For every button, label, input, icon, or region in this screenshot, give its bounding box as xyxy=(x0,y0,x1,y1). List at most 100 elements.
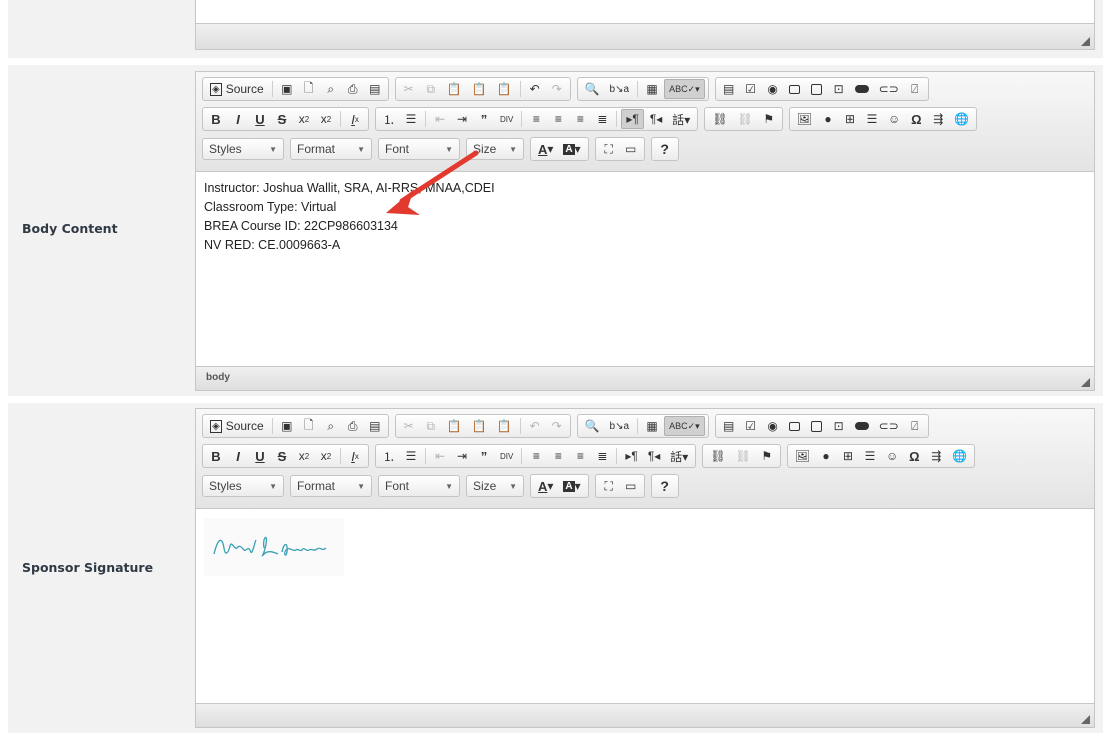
redo-icon[interactable]: ↷ xyxy=(547,416,567,436)
paste-word-icon[interactable]: 📋 xyxy=(493,416,516,436)
copy-icon[interactable]: ⧉ xyxy=(421,416,441,436)
bold-button[interactable]: B xyxy=(206,446,226,466)
subscript-button[interactable]: x2 xyxy=(294,109,314,129)
bg-color-icon[interactable]: A ▾ xyxy=(559,476,584,496)
checkbox-icon[interactable]: ☑ xyxy=(741,79,761,99)
horizontal-line-icon[interactable]: ☰ xyxy=(862,109,882,129)
blockquote-icon[interactable]: ” xyxy=(474,109,494,129)
new-page-icon[interactable]: 🗋 xyxy=(299,416,319,436)
blockquote-icon[interactable]: ” xyxy=(474,446,494,466)
italic-button[interactable]: I xyxy=(228,446,248,466)
find-icon[interactable]: 🔍 xyxy=(581,79,604,99)
iframe-icon[interactable]: 🌐 xyxy=(948,446,971,466)
preview-icon[interactable]: ⌕ xyxy=(321,79,341,99)
indent-icon[interactable]: ⇥ xyxy=(452,446,472,466)
anchor-flag-icon[interactable]: ⚑ xyxy=(759,109,779,129)
image-icon[interactable]: 🖼 xyxy=(791,446,814,466)
strike-button[interactable]: S xyxy=(272,109,292,129)
image-icon[interactable]: 🖼 xyxy=(793,109,816,129)
page-break-icon[interactable]: ⇶ xyxy=(928,109,948,129)
flash-icon[interactable]: ● xyxy=(818,109,838,129)
align-right-icon[interactable]: ≡ xyxy=(570,109,590,129)
div-container-icon[interactable]: DIV xyxy=(496,446,517,466)
align-center-icon[interactable]: ≡ xyxy=(548,446,568,466)
paste-text-icon[interactable]: 📋 xyxy=(468,416,491,436)
superscript-button[interactable]: x2 xyxy=(316,109,336,129)
text-color-icon[interactable]: A ▾ xyxy=(534,139,557,159)
styles-dropdown[interactable]: Styles ▼ xyxy=(202,475,284,497)
previous-editor-content[interactable] xyxy=(196,0,1094,21)
page-break-icon[interactable]: ⇶ xyxy=(926,446,946,466)
image-button-icon[interactable]: ⊂⊃ xyxy=(875,79,903,99)
special-char-icon[interactable]: Ω xyxy=(904,446,924,466)
bg-color-icon[interactable]: A ▾ xyxy=(559,139,584,159)
spellcheck-icon[interactable]: ABC✓▾ xyxy=(664,79,705,99)
remove-format-button[interactable]: Ix xyxy=(345,109,365,129)
bold-button[interactable]: B xyxy=(206,109,226,129)
styles-dropdown[interactable]: Styles ▼ xyxy=(202,138,284,160)
copy-icon[interactable]: ⧉ xyxy=(421,79,441,99)
paste-icon[interactable]: 📋 xyxy=(443,416,466,436)
textfield-icon[interactable] xyxy=(785,416,805,436)
subscript-button[interactable]: x2 xyxy=(294,446,314,466)
replace-icon[interactable]: b↘a xyxy=(606,79,634,99)
find-icon[interactable]: 🔍 xyxy=(581,416,604,436)
align-left-icon[interactable]: ≡ xyxy=(526,446,546,466)
align-center-icon[interactable]: ≡ xyxy=(548,109,568,129)
button-field-icon[interactable] xyxy=(851,416,873,436)
show-blocks-icon[interactable]: ▭ xyxy=(621,476,641,496)
textarea-icon[interactable] xyxy=(807,416,827,436)
superscript-button[interactable]: x2 xyxy=(316,446,336,466)
replace-icon[interactable]: b↘a xyxy=(606,416,634,436)
unlink-icon[interactable]: ⛓ xyxy=(734,109,757,129)
indent-icon[interactable]: ⇥ xyxy=(452,109,472,129)
paste-word-icon[interactable]: 📋 xyxy=(493,79,516,99)
element-path[interactable]: body xyxy=(206,372,230,383)
anchor-flag-icon[interactable]: ⚑ xyxy=(757,446,777,466)
save-icon[interactable]: ▣ xyxy=(277,416,297,436)
select-field-icon[interactable]: ⊡ xyxy=(829,416,849,436)
size-dropdown[interactable]: Size ▼ xyxy=(466,475,524,497)
help-button[interactable]: ? xyxy=(655,476,675,496)
body-content-text-area[interactable]: Instructor: Joshua Wallit, SRA, AI-RRS, … xyxy=(196,172,1094,368)
hidden-field-icon[interactable]: ⍁ xyxy=(905,416,925,436)
horizontal-line-icon[interactable]: ☰ xyxy=(860,446,880,466)
link-icon[interactable]: ⛓ xyxy=(706,446,729,466)
maximize-icon[interactable]: ⛶ xyxy=(599,476,619,496)
smiley-icon[interactable]: ☺ xyxy=(884,109,904,129)
cut-icon[interactable]: ✂ xyxy=(399,416,419,436)
align-justify-icon[interactable]: ≣ xyxy=(592,109,612,129)
numbered-list-icon[interactable]: ⒈ xyxy=(379,109,399,129)
smiley-icon[interactable]: ☺ xyxy=(882,446,902,466)
iframe-icon[interactable]: 🌐 xyxy=(950,109,973,129)
textarea-icon[interactable] xyxy=(807,79,827,99)
text-color-icon[interactable]: A ▾ xyxy=(534,476,557,496)
underline-button[interactable]: U xyxy=(250,446,270,466)
ltr-icon[interactable]: ▸¶ xyxy=(621,109,644,129)
spellcheck-icon[interactable]: ABC✓▾ xyxy=(664,416,705,436)
source-button[interactable]: ◈ Source xyxy=(206,79,268,99)
source-button[interactable]: ◈ Source xyxy=(206,416,268,436)
paste-text-icon[interactable]: 📋 xyxy=(468,79,491,99)
save-icon[interactable]: ▣ xyxy=(277,79,297,99)
templates-icon[interactable]: ▤ xyxy=(365,416,385,436)
format-dropdown[interactable]: Format ▼ xyxy=(290,138,372,160)
unlink-icon[interactable]: ⛓ xyxy=(732,446,755,466)
radio-icon[interactable]: ◉ xyxy=(763,79,783,99)
outdent-icon[interactable]: ⇤ xyxy=(430,109,450,129)
rtl-icon[interactable]: ¶◂ xyxy=(646,109,666,129)
select-field-icon[interactable]: ⊡ xyxy=(829,79,849,99)
hidden-field-icon[interactable]: ⍁ xyxy=(905,79,925,99)
table-icon[interactable]: ⊞ xyxy=(840,109,860,129)
show-blocks-icon[interactable]: ▭ xyxy=(621,139,641,159)
sponsor-signature-text-area[interactable] xyxy=(196,509,1094,705)
redo-icon[interactable]: ↷ xyxy=(547,79,567,99)
select-all-icon[interactable]: ▦ xyxy=(642,79,662,99)
bulleted-list-icon[interactable]: ☰ xyxy=(401,446,421,466)
div-container-icon[interactable]: DIV xyxy=(496,109,517,129)
textfield-icon[interactable] xyxy=(785,79,805,99)
paste-icon[interactable]: 📋 xyxy=(443,79,466,99)
flash-icon[interactable]: ● xyxy=(816,446,836,466)
table-icon[interactable]: ⊞ xyxy=(838,446,858,466)
templates-icon[interactable]: ▤ xyxy=(365,79,385,99)
